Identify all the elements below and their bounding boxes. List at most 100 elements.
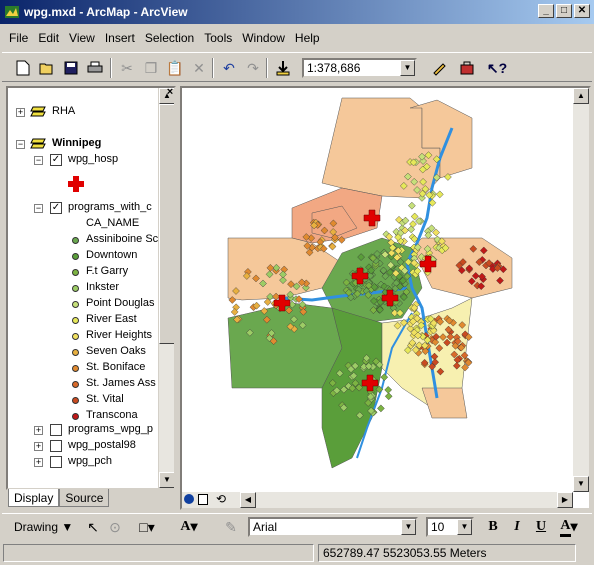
- drawing-menu[interactable]: Drawing ▼: [14, 520, 73, 534]
- layer-visibility-checkbox[interactable]: [50, 440, 62, 452]
- map-scale-dropdown[interactable]: 1:378,686 ▼: [302, 58, 417, 78]
- winnipeg-map[interactable]: [182, 88, 573, 492]
- legend-symbol[interactable]: [72, 237, 79, 244]
- arcmap-icon: [5, 6, 19, 18]
- add-data-icon[interactable]: [272, 58, 294, 78]
- expand-icon[interactable]: +: [34, 442, 43, 451]
- print-icon[interactable]: [84, 58, 106, 78]
- layer-visibility-checkbox[interactable]: [50, 456, 62, 468]
- layer-label[interactable]: wpg_postal98: [68, 439, 136, 455]
- layer-label[interactable]: programs_wpg_p: [68, 423, 153, 439]
- tab-source[interactable]: Source: [59, 489, 110, 507]
- cut-icon[interactable]: ✂: [116, 58, 138, 78]
- menu-bar: File Edit View Insert Selection Tools Wi…: [4, 27, 325, 49]
- select-elements-icon[interactable]: ↖: [82, 517, 104, 537]
- map-view[interactable]: ▲ ▼ ⟲ ◀ ▶: [180, 86, 591, 510]
- text-tool-icon[interactable]: A: [180, 519, 190, 535]
- legend-class-label: St. Boniface: [86, 361, 146, 373]
- open-icon[interactable]: [36, 58, 58, 78]
- font-name-dropdown[interactable]: Arial ▼: [248, 517, 418, 537]
- bold-button[interactable]: B: [482, 517, 504, 537]
- legend-symbol[interactable]: [72, 365, 79, 372]
- menu-file[interactable]: File: [4, 27, 33, 49]
- legend-class-label: Downtown: [86, 249, 138, 261]
- data-view-icon[interactable]: [184, 494, 194, 504]
- map-horizontal-scrollbar[interactable]: ⟲ ◀ ▶: [182, 492, 573, 508]
- legend-symbol[interactable]: [72, 253, 79, 260]
- menu-window[interactable]: Window: [237, 27, 290, 49]
- editor-toolbar-icon[interactable]: [428, 58, 450, 78]
- edit-vertices-icon[interactable]: ✎: [220, 517, 242, 537]
- legend-symbol[interactable]: [72, 317, 79, 324]
- copy-icon[interactable]: ❐: [140, 58, 162, 78]
- program-point: [410, 212, 419, 221]
- legend-symbol[interactable]: [72, 413, 79, 420]
- scroll-down-icon[interactable]: ▼: [573, 476, 589, 492]
- close-button[interactable]: ✕: [574, 4, 590, 18]
- scroll-left-icon[interactable]: ◀: [240, 492, 256, 508]
- rectangle-icon[interactable]: □▾: [136, 517, 158, 537]
- program-point: [384, 386, 393, 394]
- layer-label[interactable]: wpg_pch: [68, 455, 112, 471]
- new-icon[interactable]: [12, 58, 34, 78]
- expand-icon[interactable]: +: [34, 426, 43, 435]
- legend-symbol[interactable]: [72, 269, 79, 276]
- menu-tools[interactable]: Tools: [199, 27, 237, 49]
- menu-help[interactable]: Help: [290, 27, 325, 49]
- rotate-icon[interactable]: ⊙: [104, 517, 126, 537]
- legend-symbol[interactable]: [72, 381, 79, 388]
- font-color-icon[interactable]: A: [560, 518, 571, 537]
- whats-this-icon[interactable]: ↖?: [486, 58, 508, 78]
- scroll-up-icon[interactable]: ▲: [573, 88, 589, 104]
- chevron-down-icon[interactable]: ▼: [457, 519, 472, 535]
- collapse-icon[interactable]: −: [16, 140, 25, 149]
- maximize-button[interactable]: □: [556, 4, 572, 18]
- layer-visibility-checkbox[interactable]: [50, 424, 62, 436]
- table-of-contents: + RHA − Winnipeg − ✓ wpg_hosp − ✓ progra…: [6, 86, 176, 490]
- program-point: [408, 201, 416, 210]
- expand-icon[interactable]: +: [16, 108, 25, 117]
- layout-view-icon[interactable]: [198, 494, 208, 505]
- scroll-right-icon[interactable]: ▶: [557, 492, 573, 508]
- menu-edit[interactable]: Edit: [33, 27, 64, 49]
- legend-symbol[interactable]: [72, 285, 79, 292]
- collapse-icon[interactable]: −: [34, 204, 43, 213]
- layer-winnipeg-label[interactable]: Winnipeg: [52, 137, 101, 153]
- toc-scrollbar[interactable]: ▲ ▼: [158, 88, 174, 488]
- collapse-icon[interactable]: −: [34, 156, 43, 165]
- legend-symbol[interactable]: [72, 397, 79, 404]
- delete-icon[interactable]: ✕: [188, 58, 210, 78]
- tab-display[interactable]: Display: [8, 489, 60, 507]
- chevron-down-icon[interactable]: ▼: [401, 519, 416, 535]
- program-point: [384, 392, 393, 401]
- menu-insert[interactable]: Insert: [100, 27, 140, 49]
- layer-wpg-hosp-label[interactable]: wpg_hosp: [68, 153, 118, 169]
- legend-symbol[interactable]: [72, 349, 79, 356]
- layer-visibility-checkbox[interactable]: ✓: [50, 154, 62, 166]
- menu-view[interactable]: View: [64, 27, 100, 49]
- layer-programs-label[interactable]: programs_with_c: [68, 201, 152, 217]
- layer-visibility-checkbox[interactable]: ✓: [50, 202, 62, 214]
- close-icon[interactable]: ×: [164, 87, 176, 99]
- paste-icon[interactable]: 📋: [164, 58, 186, 78]
- save-icon[interactable]: [60, 58, 82, 78]
- layer-rha-label[interactable]: RHA: [52, 105, 75, 121]
- arctoolbox-icon[interactable]: [456, 58, 478, 78]
- refresh-icon[interactable]: ⟲: [216, 492, 226, 506]
- undo-icon[interactable]: ↶: [218, 58, 240, 78]
- map-vertical-scrollbar[interactable]: ▲ ▼: [573, 88, 589, 492]
- italic-button[interactable]: I: [506, 517, 528, 537]
- redo-icon[interactable]: ↷: [242, 58, 264, 78]
- chevron-down-icon[interactable]: ▼: [400, 60, 415, 76]
- legend-symbol[interactable]: [72, 333, 79, 340]
- minimize-button[interactable]: _: [538, 4, 554, 18]
- underline-button[interactable]: U: [530, 517, 552, 537]
- scroll-down-icon[interactable]: ▼: [159, 472, 174, 488]
- menu-selection[interactable]: Selection: [140, 27, 199, 49]
- font-size-dropdown[interactable]: 10 ▼: [426, 517, 474, 537]
- legend-symbol[interactable]: [72, 301, 79, 308]
- symbology-field-label: CA_NAME: [86, 217, 140, 229]
- scroll-thumb[interactable]: [159, 104, 174, 344]
- expand-icon[interactable]: +: [34, 458, 43, 467]
- title-bar: wpg.mxd - ArcMap - ArcView _ □ ✕: [0, 0, 594, 24]
